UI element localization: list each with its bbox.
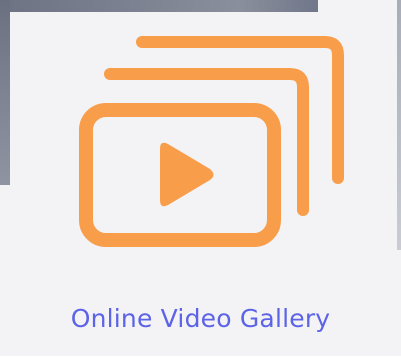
background-photo-strip — [0, 0, 318, 12]
background-photo-edge-right — [397, 0, 401, 250]
video-gallery-icon[interactable] — [70, 28, 360, 258]
gallery-title-text[interactable]: Online Video Gallery — [71, 304, 331, 333]
card-bottom-edge — [0, 356, 401, 362]
gallery-title[interactable]: Online Video Gallery — [0, 304, 401, 333]
video-gallery-card[interactable]: Online Video Gallery — [0, 0, 401, 362]
background-photo-edge — [0, 0, 10, 185]
